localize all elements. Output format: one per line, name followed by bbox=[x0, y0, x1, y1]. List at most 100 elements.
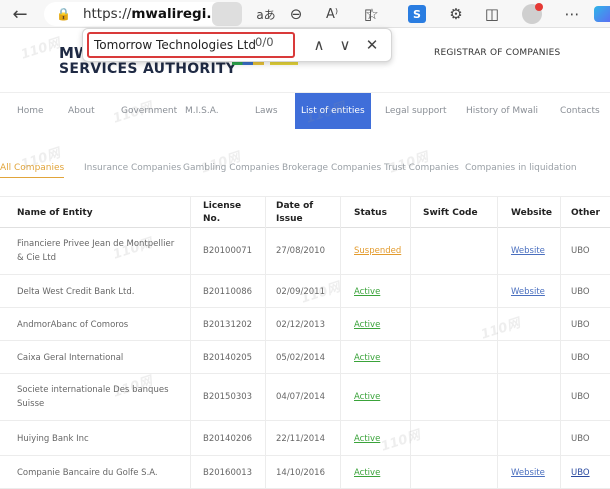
extension-icon[interactable]: S bbox=[408, 5, 426, 23]
find-match-count: 0/0 bbox=[255, 35, 274, 49]
table-row: Caixa Geral International B20140205 05/0… bbox=[0, 341, 610, 374]
column-divider bbox=[560, 196, 561, 489]
nav-home[interactable]: Home bbox=[17, 93, 44, 129]
tab-insurance-companies[interactable]: Insurance Companies bbox=[84, 163, 181, 177]
nav-legal-support[interactable]: Legal support bbox=[385, 93, 447, 129]
license-number: B20160013 bbox=[203, 468, 253, 478]
license-number: B20110086 bbox=[203, 287, 253, 297]
license-number: B20131202 bbox=[203, 320, 253, 330]
license-number: B20140206 bbox=[203, 434, 253, 444]
header-swift-code: Swift Code bbox=[423, 208, 478, 218]
ubo-label: UBO bbox=[571, 246, 590, 256]
site-logo-subtitle: SERVICES AUTHORITY bbox=[59, 61, 237, 77]
column-divider bbox=[340, 196, 341, 489]
read-aloud-icon[interactable]: A⁾ bbox=[322, 2, 342, 26]
back-arrow-icon[interactable]: ← bbox=[8, 2, 32, 26]
nav-misa[interactable]: M.I.S.A. bbox=[185, 93, 219, 129]
nav-laws[interactable]: Laws bbox=[255, 93, 278, 129]
header-other: Other bbox=[571, 208, 600, 218]
header-date-line1: Date of bbox=[276, 201, 314, 211]
company-type-tabs: All Companies Insurance Companies Gambli… bbox=[0, 163, 610, 183]
header-website: Website bbox=[511, 208, 553, 218]
table-row: Huiying Bank Inc B20140206 22/11/2014 Ac… bbox=[0, 421, 610, 456]
table-header: Name of Entity License No. Date of Issue… bbox=[0, 196, 610, 228]
url-text: https://mwaliregi... bbox=[82, 6, 222, 22]
status-link[interactable]: Active bbox=[354, 432, 380, 446]
entity-name: Delta West Credit Bank Ltd. bbox=[17, 287, 135, 297]
nav-history-of-mwali[interactable]: History of Mwali bbox=[466, 93, 538, 129]
profile-avatar[interactable] bbox=[522, 3, 543, 24]
main-nav: Home About Government M.I.S.A. Laws List… bbox=[0, 92, 610, 129]
table-row: Financiere Privee Jean de Montpellier & … bbox=[0, 228, 610, 275]
status-link[interactable]: Active bbox=[354, 466, 380, 480]
entity-name: Companie Bancaire du Golfe S.A. bbox=[17, 468, 158, 478]
collections-icon[interactable]: ◫ bbox=[482, 2, 502, 26]
license-number: B20100071 bbox=[203, 246, 253, 256]
tab-brokerage-companies[interactable]: Brokerage Companies bbox=[282, 163, 381, 177]
status-link[interactable]: Active bbox=[354, 390, 380, 404]
ubo-label: UBO bbox=[571, 320, 590, 330]
ubo-label: UBO bbox=[571, 353, 590, 363]
nav-government[interactable]: Government bbox=[121, 93, 177, 129]
watermark: 110网 bbox=[19, 36, 63, 63]
status-link[interactable]: Active bbox=[354, 318, 380, 332]
browser-toolbar: ← 🔒 https://mwaliregi... aあ ⊖ A⁾ ▯ ☆ S ⚙… bbox=[0, 0, 610, 28]
header-date-line2: Issue bbox=[276, 214, 303, 224]
entity-name: Societe internationale Des banques Suiss… bbox=[17, 385, 169, 409]
issue-date: 02/09/2011 bbox=[276, 287, 325, 297]
ubo-label: UBO bbox=[571, 287, 590, 297]
website-link[interactable]: Website bbox=[511, 466, 545, 480]
license-number: B20140205 bbox=[203, 353, 253, 363]
close-icon[interactable]: ✕ bbox=[362, 34, 382, 56]
nav-list-of-entities[interactable]: List of entities bbox=[295, 93, 371, 129]
next-match-icon[interactable]: ∨ bbox=[335, 34, 355, 56]
copilot-icon[interactable] bbox=[594, 6, 610, 22]
website-link[interactable]: Website bbox=[511, 244, 545, 258]
header-license-line1: License bbox=[203, 201, 242, 211]
more-options-icon[interactable]: ⋯ bbox=[562, 2, 582, 26]
zoom-page-button[interactable] bbox=[212, 2, 242, 26]
ubo-label: UBO bbox=[571, 392, 590, 402]
ubo-label: UBO bbox=[571, 434, 590, 444]
issue-date: 27/08/2010 bbox=[276, 246, 325, 256]
issue-date: 22/11/2014 bbox=[276, 434, 325, 444]
zoom-out-icon[interactable]: ⊖ bbox=[286, 2, 306, 26]
column-divider bbox=[410, 196, 411, 489]
find-bar: Tomorrow Technologies Ltd 0/0 ∧ ∨ ✕ bbox=[82, 28, 392, 62]
website-link[interactable]: Website bbox=[511, 285, 545, 299]
entity-name: AndmorAbanc of Comoros bbox=[17, 320, 129, 330]
header-name: Name of Entity bbox=[17, 208, 93, 218]
nav-contacts[interactable]: Contacts bbox=[560, 93, 600, 129]
status-link[interactable]: Active bbox=[354, 285, 380, 299]
previous-match-icon[interactable]: ∧ bbox=[309, 34, 329, 56]
tab-companies-in-liquidation[interactable]: Companies in liquidation bbox=[465, 163, 577, 177]
column-divider bbox=[265, 196, 266, 489]
issue-date: 05/02/2014 bbox=[276, 353, 325, 363]
header-status: Status bbox=[354, 208, 387, 218]
status-link[interactable]: Suspended bbox=[354, 244, 401, 258]
entity-name: Caixa Geral International bbox=[17, 353, 124, 363]
tab-all-companies[interactable]: All Companies bbox=[0, 163, 65, 178]
status-link[interactable]: Active bbox=[354, 351, 380, 365]
entity-name: Financiere Privee Jean de Montpellier & … bbox=[17, 239, 175, 263]
translate-icon[interactable]: aあ bbox=[256, 2, 276, 26]
issue-date: 02/12/2013 bbox=[276, 320, 325, 330]
favorite-star-icon[interactable]: ☆ bbox=[362, 2, 382, 26]
ubo-link[interactable]: UBO bbox=[571, 466, 590, 480]
issue-date: 14/10/2016 bbox=[276, 468, 325, 478]
issue-date: 04/07/2014 bbox=[276, 392, 325, 402]
nav-about[interactable]: About bbox=[68, 93, 95, 129]
tab-gambling-companies[interactable]: Gambling Companies bbox=[183, 163, 279, 177]
extensions-puzzle-icon[interactable]: ⚙ bbox=[446, 2, 466, 26]
table-row: AndmorAbanc of Comoros B20131202 02/12/2… bbox=[0, 308, 610, 341]
registrar-heading: REGISTRAR OF COMPANIES bbox=[434, 48, 561, 58]
license-number: B20150303 bbox=[203, 392, 253, 402]
header-license-line2: No. bbox=[203, 214, 221, 224]
table-row: Companie Bancaire du Golfe S.A. B2016001… bbox=[0, 456, 610, 489]
column-divider bbox=[497, 196, 498, 489]
column-divider bbox=[190, 196, 191, 489]
table-row: Societe internationale Des banques Suiss… bbox=[0, 374, 610, 421]
lock-icon: 🔒 bbox=[56, 7, 71, 21]
table-row: Delta West Credit Bank Ltd. B20110086 02… bbox=[0, 275, 610, 308]
tab-trust-companies[interactable]: Trust Companies bbox=[384, 163, 459, 177]
